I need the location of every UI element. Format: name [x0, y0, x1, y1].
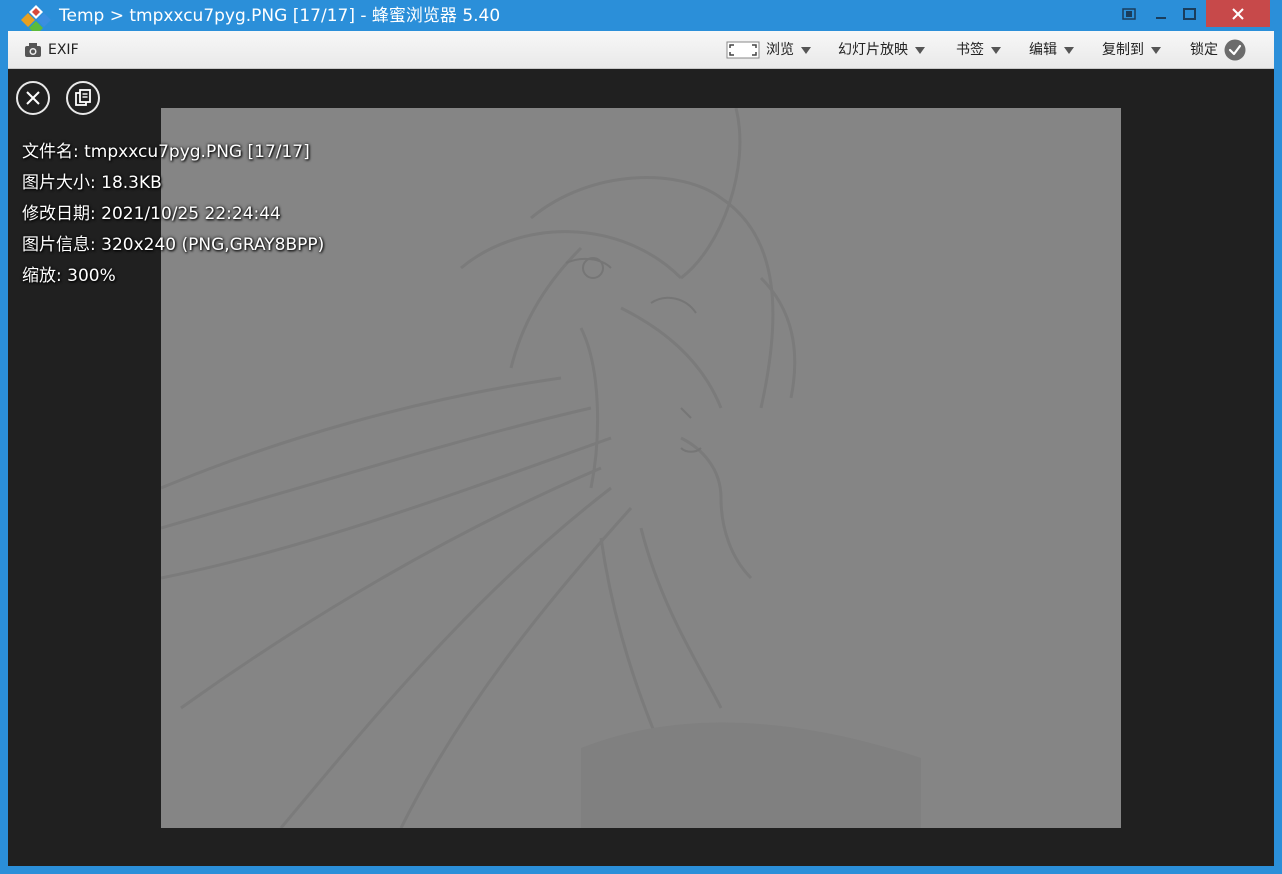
- edit-label: 编辑: [1029, 42, 1057, 58]
- window-title: Temp > tmpxxcu7pyg.PNG [17/17] - 蜂蜜浏览器 5…: [59, 6, 501, 26]
- info-modified-date: 修改日期: 2021/10/25 22:24:44: [22, 204, 281, 224]
- slideshow-label: 幻灯片放映: [838, 42, 908, 58]
- browse-label: 浏览: [766, 42, 794, 58]
- exif-button[interactable]: EXIF: [24, 31, 79, 69]
- image-info-overlay: 文件名: tmpxxcu7pyg.PNG [17/17] 图片大小: 18.3K…: [22, 137, 324, 292]
- caret-down-icon: [1064, 47, 1074, 54]
- app-window: Temp > tmpxxcu7pyg.PNG [17/17] - 蜂蜜浏览器 5…: [0, 0, 1282, 874]
- browse-menu[interactable]: 浏览: [726, 31, 811, 69]
- caret-down-icon: [915, 47, 925, 54]
- close-icon: [1232, 7, 1244, 20]
- bookmark-label: 书签: [956, 42, 984, 58]
- exif-label: EXIF: [48, 42, 79, 58]
- restore-small-icon: [1122, 7, 1136, 20]
- camera-icon: [25, 43, 41, 57]
- checkmark-circle-icon: [1224, 39, 1246, 61]
- minimize-icon: [1156, 16, 1166, 19]
- edit-menu[interactable]: 编辑: [1029, 31, 1074, 69]
- title-bar[interactable]: Temp > tmpxxcu7pyg.PNG [17/17] - 蜂蜜浏览器 5…: [0, 0, 1282, 35]
- lock-label: 锁定: [1190, 42, 1218, 58]
- bookmark-menu[interactable]: 书签: [956, 31, 1001, 69]
- copy-to-menu[interactable]: 复制到: [1102, 31, 1161, 69]
- copy-view-button[interactable]: [66, 81, 100, 115]
- slideshow-menu[interactable]: 幻灯片放映: [838, 31, 925, 69]
- restore-small-button[interactable]: [1116, 0, 1142, 27]
- info-filesize: 图片大小: 18.3KB: [22, 173, 162, 193]
- info-zoom: 缩放: 300%: [22, 266, 116, 286]
- caret-down-icon: [1151, 47, 1161, 54]
- close-button[interactable]: [1206, 0, 1270, 27]
- maximize-button[interactable]: [1176, 0, 1204, 27]
- info-image-details: 图片信息: 320x240 (PNG,GRAY8BPP): [22, 235, 325, 255]
- caret-down-icon: [991, 47, 1001, 54]
- close-view-button[interactable]: [16, 81, 50, 115]
- lock-toggle[interactable]: 锁定: [1190, 31, 1246, 69]
- minimize-button[interactable]: [1148, 0, 1174, 27]
- close-circle-icon: [26, 91, 40, 105]
- copy-circle-icon: [75, 89, 91, 106]
- maximize-icon: [1183, 7, 1196, 20]
- fullscreen-icon: [726, 41, 760, 59]
- caret-down-icon: [801, 47, 811, 54]
- copy-to-label: 复制到: [1102, 42, 1144, 58]
- info-filename: 文件名: tmpxxcu7pyg.PNG [17/17]: [22, 142, 310, 162]
- toolbar: EXIF 浏览 幻灯片放映 书签 编辑 复制到 锁定: [8, 31, 1274, 69]
- viewer-area[interactable]: 文件名: tmpxxcu7pyg.PNG [17/17] 图片大小: 18.3K…: [8, 69, 1274, 866]
